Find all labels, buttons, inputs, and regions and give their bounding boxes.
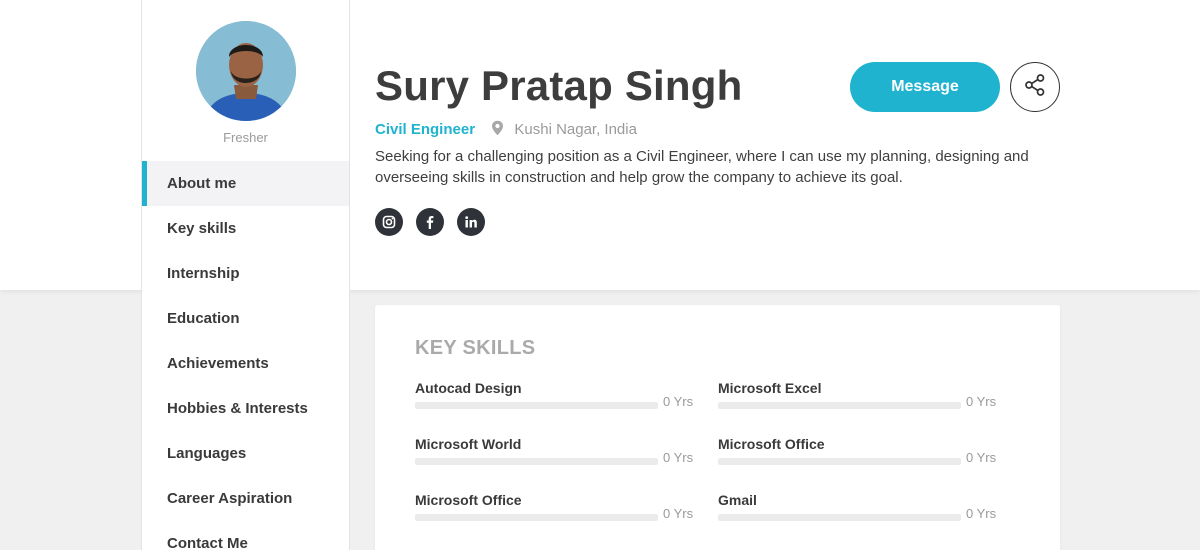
sidebar-item-languages[interactable]: Languages — [142, 431, 349, 476]
skill-progress-bar — [718, 458, 961, 465]
skill-years: 0 Yrs — [966, 450, 997, 465]
sidebar-nav: About me Key skills Internship Education… — [142, 161, 349, 550]
social-links — [375, 208, 485, 236]
role-location-line: Civil Engineer Kushi Nagar, India — [375, 120, 637, 140]
skill-years: 0 Yrs — [663, 394, 694, 409]
avatar — [196, 21, 296, 121]
skill-item: Microsoft World 0 Yrs — [415, 436, 694, 476]
skill-item: Autocad Design 0 Yrs — [415, 380, 694, 420]
skill-years: 0 Yrs — [663, 506, 694, 521]
skill-name: Microsoft Excel — [718, 380, 822, 396]
skill-item: Microsoft Excel 0 Yrs — [718, 380, 997, 420]
skill-years: 0 Yrs — [966, 394, 997, 409]
share-icon — [1023, 73, 1047, 102]
job-title: Civil Engineer — [375, 121, 476, 138]
skill-years: 0 Yrs — [966, 506, 997, 521]
sidebar-item-achievements[interactable]: Achievements — [142, 341, 349, 386]
skill-progress-bar — [718, 514, 961, 521]
skill-progress-bar — [415, 458, 658, 465]
skill-progress-bar — [415, 514, 658, 521]
sidebar-item-internship[interactable]: Internship — [142, 251, 349, 296]
skill-name: Microsoft Office — [415, 492, 522, 508]
location-pin-icon — [491, 120, 504, 140]
profile-summary: Seeking for a challenging position as a … — [375, 148, 1029, 186]
skill-name: Microsoft Office — [718, 436, 825, 452]
instagram-icon[interactable] — [375, 208, 403, 236]
skill-item: Microsoft Office 0 Yrs — [718, 436, 997, 476]
message-button[interactable]: Message — [850, 62, 1000, 112]
linkedin-icon[interactable] — [457, 208, 485, 236]
skill-item: Gmail 0 Yrs — [718, 492, 997, 532]
sidebar-item-key-skills[interactable]: Key skills — [142, 206, 349, 251]
skill-name: Autocad Design — [415, 380, 522, 396]
key-skills-title: KEY SKILLS — [415, 337, 536, 359]
facebook-icon[interactable] — [416, 208, 444, 236]
sidebar-item-career-aspiration[interactable]: Career Aspiration — [142, 476, 349, 521]
skill-name: Gmail — [718, 492, 757, 508]
sidebar-item-education[interactable]: Education — [142, 296, 349, 341]
location-text: Kushi Nagar, India — [514, 121, 637, 138]
skill-item: Microsoft Office 0 Yrs — [415, 492, 694, 532]
sidebar-item-hobbies-interests[interactable]: Hobbies & Interests — [142, 386, 349, 431]
sidebar-item-about-me[interactable]: About me — [142, 161, 349, 206]
share-button[interactable] — [1010, 62, 1060, 112]
sidebar: Fresher About me Key skills Internship E… — [141, 0, 350, 550]
skill-progress-bar — [415, 402, 658, 409]
skill-progress-bar — [718, 402, 961, 409]
employment-status: Fresher — [223, 130, 268, 145]
profile-name: Sury Pratap Singh — [375, 62, 743, 109]
skill-years: 0 Yrs — [663, 450, 694, 465]
key-skills-card: KEY SKILLS Autocad Design 0 Yrs Microsof… — [375, 305, 1060, 550]
sidebar-item-contact-me[interactable]: Contact Me — [142, 521, 349, 550]
skill-name: Microsoft World — [415, 436, 522, 452]
